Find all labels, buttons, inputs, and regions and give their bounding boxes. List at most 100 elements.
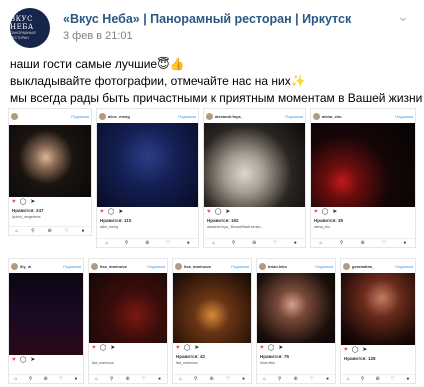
likes-count: Нравится: 35 [314,218,344,223]
instagram-screenshot[interactable]: lily_m Подписки ♥ ◯ ➤ ⌂ ⚲ ⊕ ♡ ● [8,258,84,384]
add-icon: ⊕ [125,376,130,382]
instagram-screenshot[interactable]: gennadiea_ Подписки ♥ ◯ ➤ Нравится: 128 ⌂ ⚲ ⊕ ♡ ● [340,258,416,384]
photo [341,273,415,345]
username: lily_m [20,263,32,269]
profile-icon: ● [81,228,85,234]
likes-count: Нравится: 42 [176,354,206,359]
photo-gallery: Подписки ♥ ◯ ➤ Нравится: 247 lyubov_sergeevna… [8,108,416,384]
username: gennadiea_ [352,263,375,269]
home-icon: ⌂ [15,228,19,234]
username: alice_meng [108,113,130,119]
add-icon: ⊕ [144,240,150,246]
chevron-down-icon[interactable]: ⌄ [396,9,410,23]
heart-outline-icon: ♡ [141,376,147,382]
avatar [99,112,106,120]
action-row: ♥ ◯ ➤ [344,347,367,354]
home-icon: ⌂ [319,240,323,246]
username: lisa_marinova [184,263,211,269]
home-icon: ⌂ [178,376,182,382]
avatar [91,262,98,270]
group-name-link[interactable]: «Вкус Неба» | Панорамный ресторан | Ирку… [63,12,351,26]
follow-label: Подписки [178,113,196,119]
app-nav-bar: ⌂ ⚲ ⊕ ♡ ● [97,238,198,247]
heart-outline-icon: ♡ [309,376,315,382]
group-avatar[interactable]: ВКУС НЕБА ПАНОРАМНЫЙ РЕСТОРАН [10,8,50,48]
username: brian.leko [268,263,287,269]
profile-icon: ● [293,240,297,246]
heart-outline-icon: ♡ [390,376,396,382]
caption: lisa_marinova [176,361,198,365]
add-icon: ⊕ [293,376,298,382]
heart-outline-icon: ♡ [225,376,231,382]
app-nav-bar: ⌂ ⚲ ⊕ ♡ ● [9,226,91,235]
avatar [343,262,350,270]
share-icon: ➤ [118,209,124,215]
profile-icon: ● [325,376,329,382]
caption: alice_meng [100,225,118,229]
instagram-screenshot[interactable]: Подписки ♥ ◯ ➤ Нравится: 247 lyubov_sergeevna… [8,108,92,236]
instagram-screenshot[interactable]: lisa_marinova Подписки ♥ ◯ ➤ Нравится: 42 lisa… [172,258,252,384]
home-icon: ⌂ [212,240,216,246]
home-icon: ⌂ [346,376,350,382]
profile-icon: ● [403,240,407,246]
avatar [175,262,182,270]
share-icon: ➤ [278,345,284,351]
profile-icon: ● [74,376,78,382]
action-row: ♥ ◯ ➤ [260,345,283,352]
photo [204,123,305,207]
caption: lyubov_sergeevna [12,215,41,219]
search-icon: ⚲ [277,376,282,382]
comment-icon: ◯ [321,209,329,215]
add-icon: ⊕ [47,228,52,234]
follow-label: Подписки [395,263,413,269]
avatar [11,112,18,120]
username: alexandr.foya_ [215,113,243,119]
heart-outline-icon: ♡ [58,376,64,382]
heart-icon: ♥ [12,357,16,363]
avatar [313,112,320,120]
screenshot-header: lisa_marinova Подписки [91,261,165,271]
screenshot-header: Подписки [11,111,89,121]
instagram-screenshot[interactable]: alena_chu Подписки ♥ ◯ ➤ Нравится: 35 alena_ch… [310,108,416,248]
username: lisa_marinova [100,263,127,269]
instagram-screenshot[interactable]: brian.leko Подписки ♥ ◯ ➤ Нравится: 75 brian.l… [256,258,336,384]
profile-icon: ● [406,376,410,382]
caption: lisa_marinova [92,361,114,365]
home-icon: ⌂ [14,376,18,382]
heart-outline-icon: ♡ [381,240,387,246]
username: alena_chu [322,113,342,119]
comment-icon: ◯ [214,209,222,215]
follow-label: Подписки [315,263,333,269]
post-date[interactable]: 3 фев в 21:01 [63,30,133,42]
share-icon: ➤ [332,209,338,215]
add-icon: ⊕ [251,240,257,246]
screenshot-header: alice_meng Подписки [99,111,196,121]
follow-label: Подписки [231,263,249,269]
comment-icon: ◯ [19,357,27,363]
likes-count: Нравится: 75 [260,354,290,359]
follow-label: Подписки [63,263,81,269]
share-icon: ➤ [362,347,368,353]
photo [311,123,415,207]
screenshot-header: alexandr.foya_ Подписки [206,111,303,121]
app-nav-bar: ⌂ ⚲ ⊕ ♡ ● [311,238,415,247]
app-nav-bar: ⌂ ⚲ ⊕ ♡ ● [341,374,415,383]
home-icon: ⌂ [94,376,98,382]
home-icon: ⌂ [262,376,266,382]
instagram-screenshot[interactable]: alice_meng Подписки ♥ ◯ ➤ Нравится: 110 alice_… [96,108,199,248]
comment-icon: ◯ [107,209,115,215]
share-icon: ➤ [110,345,116,351]
instagram-screenshot[interactable]: lisa_marinova Подписки ♥ ◯ ➤ lisa_marinova ⌂ ⚲ ⊕… [88,258,168,384]
action-row: ♥ ◯ ➤ [12,357,35,364]
screenshot-header: brian.leko Подписки [259,261,333,271]
search-icon: ⚲ [28,376,33,382]
action-row: ♥ ◯ ➤ [12,199,35,206]
search-icon: ⚲ [339,240,344,246]
post-text: наши гости самые лучшие😇👍 выкладывайте ф… [10,56,422,107]
profile-icon: ● [157,376,161,382]
action-row: ♥ ◯ ➤ [314,209,337,216]
photo [89,273,167,343]
instagram-screenshot[interactable]: alexandr.foya_ Подписки ♥ ◯ ➤ Нравится: 162 al… [203,108,306,248]
search-icon: ⚲ [231,240,236,246]
avatar-title: ВКУС НЕБА [10,15,34,31]
